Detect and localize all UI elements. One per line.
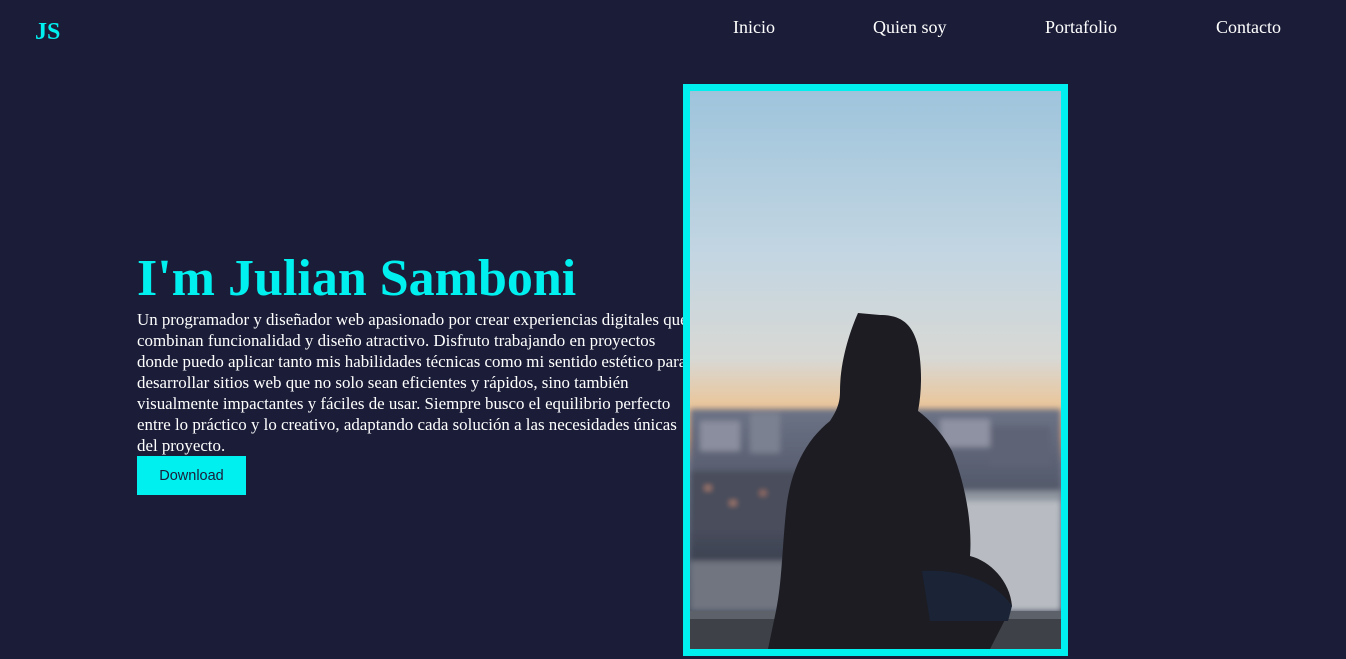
hero-title: I'm Julian Samboni bbox=[137, 250, 577, 307]
download-button[interactable]: Download bbox=[137, 456, 246, 495]
person-in-hoodie-sunset-icon bbox=[690, 91, 1061, 649]
hero-description: Un programador y diseñador web apasionad… bbox=[137, 310, 688, 455]
nav-link-contacto[interactable]: Contacto bbox=[1216, 17, 1281, 38]
nav-link-quien-soy[interactable]: Quien soy bbox=[873, 17, 947, 38]
nav-link-inicio[interactable]: Inicio bbox=[733, 17, 775, 38]
profile-photo bbox=[690, 91, 1061, 649]
page: JS Inicio Quien soy Portafolio Contacto … bbox=[0, 0, 1346, 659]
main-nav: Inicio Quien soy Portafolio Contacto bbox=[0, 17, 1346, 43]
profile-photo-frame bbox=[683, 84, 1068, 656]
nav-link-portafolio[interactable]: Portafolio bbox=[1045, 17, 1117, 38]
